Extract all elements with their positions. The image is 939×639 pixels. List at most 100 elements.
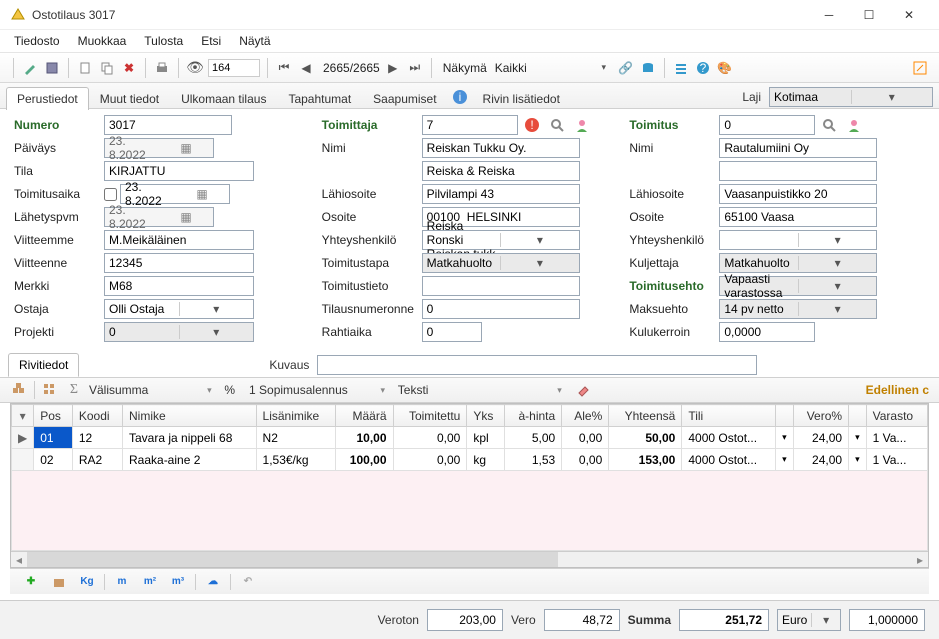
palette-icon[interactable]: 🎨 — [716, 59, 734, 77]
vero-input[interactable] — [544, 609, 620, 631]
kg-button[interactable]: Kg — [76, 572, 98, 592]
m-button[interactable]: m — [111, 572, 133, 592]
tab-saapumiset[interactable]: Saapumiset — [362, 87, 447, 110]
nav-first-icon[interactable]: ⏮ — [275, 59, 293, 77]
maximize-button[interactable]: ☐ — [849, 0, 889, 30]
close-button[interactable]: ✕ — [889, 0, 929, 30]
nav-next-icon[interactable]: ▶ — [384, 59, 402, 77]
cell-tili[interactable]: 4000 Ostot... — [682, 427, 776, 449]
grid-header-koodi[interactable]: Koodi — [72, 405, 122, 427]
toimitusaika-checkbox[interactable] — [104, 188, 117, 201]
cell-tili-dd[interactable]: ▾ — [776, 427, 794, 449]
menu-muokkaa[interactable]: Muokkaa — [78, 34, 127, 48]
cell-yht[interactable]: 153,00 — [609, 449, 682, 471]
undo-icon[interactable]: ↶ — [237, 572, 259, 592]
chevron-down-icon[interactable]: ▾ — [200, 381, 218, 399]
grid-header-toimitettu[interactable]: Toimitettu — [393, 405, 467, 427]
cell-tili-dd[interactable]: ▾ — [776, 449, 794, 471]
toimitusaika-date[interactable]: 23. 8.2022▦ — [120, 184, 230, 204]
laji-select[interactable]: Kotimaa▾ — [769, 87, 933, 107]
person-icon[interactable] — [843, 115, 865, 135]
viitteemme-input[interactable] — [104, 230, 254, 250]
cell-vero-dd[interactable]: ▾ — [849, 427, 867, 449]
expand-icon[interactable] — [911, 59, 929, 77]
table-row[interactable]: ▶ 01 12 Tavara ja nippeli 68 N2 10,00 0,… — [12, 427, 928, 449]
print-icon[interactable] — [153, 59, 171, 77]
ostaja-select[interactable]: Olli Ostaja▾ — [104, 299, 254, 319]
cell-lisa[interactable]: 1,53€/kg — [256, 449, 336, 471]
tab-perustiedot[interactable]: Perustiedot — [6, 87, 89, 110]
valuutta-select[interactable]: Euro▾ — [777, 609, 841, 631]
toimitustapa-select[interactable]: Matkahuolto▾ — [422, 253, 580, 273]
menu-tiedosto[interactable]: Tiedosto — [14, 34, 60, 48]
toimitusehto-select[interactable]: Vapaasti varastossa▾ — [719, 276, 877, 296]
cell-ahinta[interactable]: 5,00 — [505, 427, 562, 449]
valisumma-label[interactable]: Välisumma — [89, 383, 148, 397]
nav-last-icon[interactable]: ⏭ — [406, 59, 424, 77]
chevron-down-icon[interactable]: ▾ — [550, 381, 568, 399]
minimize-button[interactable]: ─ — [809, 0, 849, 30]
search-icon[interactable] — [818, 115, 840, 135]
tab-muut-tiedot[interactable]: Muut tiedot — [89, 87, 170, 110]
edit-icon[interactable] — [21, 59, 39, 77]
menu-etsi[interactable]: Etsi — [201, 34, 221, 48]
cell-nimike[interactable]: Tavara ja nippeli 68 — [123, 427, 257, 449]
menu-tulosta[interactable]: Tulosta — [144, 34, 183, 48]
merkki-input[interactable] — [104, 276, 254, 296]
grid-header-ahinta[interactable]: à-hinta — [505, 405, 562, 427]
cell-pos[interactable]: 02 — [34, 449, 73, 471]
cell-vero[interactable]: 24,00 — [793, 427, 848, 449]
tab-ulkomaan-tilaus[interactable]: Ulkomaan tilaus — [170, 87, 277, 110]
m3-button[interactable]: m³ — [167, 572, 189, 592]
cell-lisa[interactable]: N2 — [256, 427, 336, 449]
tab-rivin-lisatiedot[interactable]: Rivin lisätiedot — [472, 87, 571, 110]
cell-ale[interactable]: 0,00 — [562, 449, 609, 471]
grid-header-maara[interactable]: Määrä — [336, 405, 393, 427]
record-number-input[interactable] — [208, 59, 260, 77]
cell-vero-dd[interactable]: ▾ — [849, 449, 867, 471]
new-icon[interactable] — [76, 59, 94, 77]
calendar-icon[interactable]: ▦ — [159, 210, 213, 224]
veroton-input[interactable] — [427, 609, 503, 631]
toimitus-input[interactable] — [719, 115, 815, 135]
box-icon[interactable] — [48, 572, 70, 592]
help-icon[interactable]: ? — [694, 59, 712, 77]
numero-input[interactable] — [104, 115, 232, 135]
chevron-down-icon[interactable]: ▾ — [374, 381, 392, 399]
m2-button[interactable]: m² — [139, 572, 161, 592]
toimittaja-input[interactable] — [422, 115, 518, 135]
cell-toim[interactable]: 0,00 — [393, 449, 467, 471]
edellinen-button[interactable]: Edellinen c — [866, 383, 929, 397]
warning-icon[interactable]: ! — [521, 115, 543, 135]
cell-var[interactable]: 1 Va... — [866, 427, 927, 449]
scroll-left-icon[interactable]: ◂ — [11, 552, 27, 567]
grid-header-tili[interactable]: Tili — [682, 405, 776, 427]
summa-input[interactable] — [679, 609, 769, 631]
kuljettaja-select[interactable]: Matkahuolto▾ — [719, 253, 877, 273]
cloud-icon[interactable]: ☁ — [202, 572, 224, 592]
cell-toim[interactable]: 0,00 — [393, 427, 467, 449]
copy-icon[interactable] — [98, 59, 116, 77]
right-osoite-input[interactable] — [719, 207, 877, 227]
viitteenne-input[interactable] — [104, 253, 254, 273]
db-icon[interactable] — [639, 59, 657, 77]
grid-header-vero[interactable]: Vero% — [793, 405, 848, 427]
scroll-thumb[interactable] — [27, 552, 558, 567]
person-icon[interactable] — [571, 115, 593, 135]
tila-input[interactable] — [104, 161, 254, 181]
grid-header-nimike[interactable]: Nimike — [123, 405, 257, 427]
cell-pos[interactable]: 01 — [34, 427, 73, 449]
teksti-dropdown[interactable]: Teksti — [398, 383, 429, 397]
kulukerroin-input[interactable] — [719, 322, 815, 342]
calendar-icon[interactable]: ▦ — [159, 141, 213, 155]
cell-yks[interactable]: kpl — [467, 427, 505, 449]
cell-nimike[interactable]: Raaka-aine 2 — [123, 449, 257, 471]
kurssi-input[interactable] — [849, 609, 925, 631]
cell-ale[interactable]: 0,00 — [562, 427, 609, 449]
tab-rivitiedot[interactable]: Rivitiedot — [8, 353, 79, 377]
grid-header-ale[interactable]: Ale% — [562, 405, 609, 427]
grid-header-pos[interactable]: Pos — [34, 405, 73, 427]
tilausnumeronne-input[interactable] — [422, 299, 580, 319]
cell-koodi[interactable]: RA2 — [72, 449, 122, 471]
right-yhteyshenkilo-select[interactable]: ▾ — [719, 230, 877, 250]
